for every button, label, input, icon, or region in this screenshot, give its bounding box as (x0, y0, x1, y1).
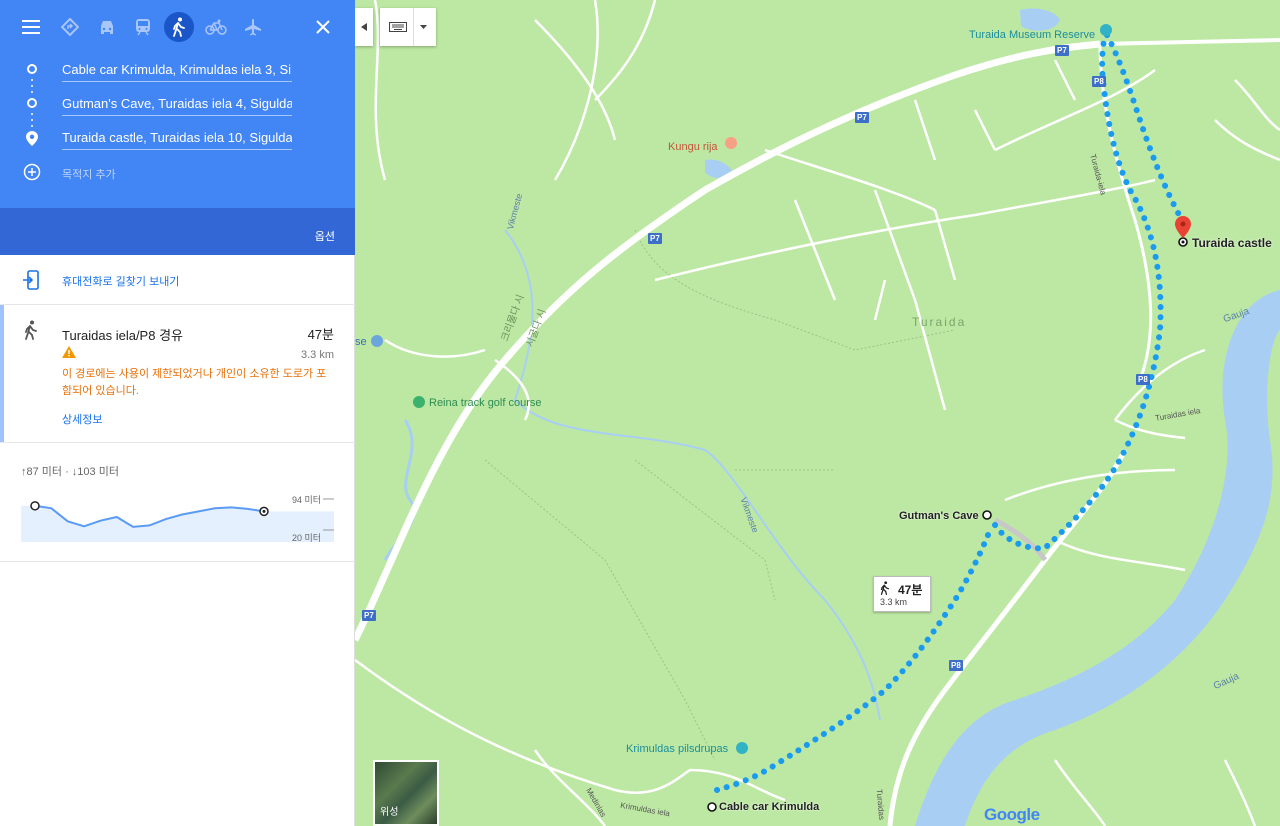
kungu-rija-poi-icon[interactable] (725, 137, 737, 149)
flight-mode-icon[interactable] (238, 12, 268, 42)
museum-poi-icon[interactable] (1100, 24, 1112, 36)
road-shield-p7: P7 (362, 610, 376, 621)
menu-icon[interactable] (16, 12, 46, 42)
car-mode-icon[interactable] (92, 12, 122, 42)
route-duration: 47분 (307, 327, 334, 342)
google-logo: Google (984, 805, 1040, 824)
directions-panel: Cable car Krimulda, Krimuldas iela 3, Si… (0, 0, 355, 826)
callout-duration: 47분 (898, 583, 923, 597)
route-selected-indicator (0, 305, 4, 442)
close-icon[interactable] (308, 12, 338, 42)
museum-label: Turaida Museum Reserve (969, 29, 1096, 41)
satellite-label: 위성 (380, 807, 399, 818)
road-p7 (355, 40, 1101, 642)
satellite-toggle[interactable]: 위성 (373, 760, 439, 826)
route-callout[interactable]: 47분 3.3 km (873, 576, 931, 612)
destination-input[interactable]: Turaida castle, Turaidas iela 10, Siguld… (62, 130, 292, 150)
add-destination-icon[interactable] (23, 163, 41, 181)
options-bar: 옵션 (0, 208, 355, 255)
road-shield-p8: P8 (1136, 374, 1150, 385)
elevation-summary: ↑87 미터 · ↓103 미터 (21, 466, 119, 478)
krimuldas-poi-icon[interactable] (736, 742, 748, 754)
krimuldas-pilsdrupas-label: Krimuldas pilsdrupas (626, 743, 729, 755)
destination-pin-icon (26, 131, 38, 151)
turaida-area-label: Turaida (912, 315, 967, 329)
origin-marker-icon (27, 64, 37, 74)
walking-icon (24, 320, 38, 345)
route-details-link[interactable]: 상세정보 (62, 411, 102, 427)
route-distance: 3.3 km (300, 349, 334, 361)
bicycle-mode-icon[interactable] (201, 12, 231, 42)
gauja-river (915, 290, 1280, 826)
chevron-down-icon (420, 25, 427, 29)
elevation-chart: 94 미터 20 미터 (21, 490, 334, 543)
origin-map-marker[interactable] (707, 802, 717, 812)
map-base (355, 0, 1280, 826)
route-via: Turaidas iela/P8 경유 (62, 328, 183, 343)
send-to-phone-link[interactable]: 휴대전화로 길찾기 보내기 (62, 273, 179, 289)
elevation-profile (21, 498, 334, 542)
walking-mode-icon[interactable] (164, 12, 194, 42)
transit-mode-icon[interactable] (128, 12, 158, 42)
road-shield-p8: P8 (949, 660, 963, 671)
best-route-icon[interactable] (55, 12, 85, 42)
route-warning-text: 이 경로에는 사용이 제한되었거나 개인이 소유한 도로가 포함되어 있습니다. (62, 368, 327, 397)
keyboard-icon (389, 22, 407, 32)
golf-poi-icon[interactable] (413, 396, 425, 408)
road-shield-p7: P7 (1055, 45, 1069, 56)
stop-input[interactable]: Gutman's Cave, Turaidas iela 4, Sigulda, (62, 96, 292, 116)
elevation-start-marker (30, 501, 40, 511)
route-segment-3[interactable] (1104, 32, 1186, 225)
golf-course-label: Reina track golf course (429, 397, 542, 409)
poi-label-se: se (355, 336, 367, 348)
warning-icon (62, 345, 76, 363)
map-canvas[interactable]: Turaida Museum Reserve Kungu rija Turaid… (355, 0, 1280, 826)
elevation-min-label: 20 미터 (292, 533, 322, 543)
input-tools-button[interactable] (380, 8, 436, 46)
collapse-panel-button[interactable] (355, 8, 373, 46)
cable-car-label[interactable]: Cable car Krimulda (719, 801, 819, 813)
stop-marker-icon (27, 98, 37, 108)
stop-map-marker[interactable] (982, 510, 992, 520)
road-shield-p8: P8 (1092, 76, 1106, 87)
gutmans-cave-label[interactable]: Gutman's Cave (899, 510, 979, 522)
road-shield-p7: P7 (648, 233, 662, 244)
directions-header: Cable car Krimulda, Krimuldas iela 3, Si… (0, 0, 355, 208)
road-shield-p7: P7 (855, 112, 869, 123)
options-button[interactable]: 옵션 (315, 228, 335, 244)
poi-icon[interactable] (371, 335, 383, 347)
add-destination-button[interactable]: 목적지 추가 (62, 166, 116, 182)
destination-pin-icon[interactable] (1175, 216, 1191, 238)
turaida-castle-label[interactable]: Turaida castle (1192, 236, 1272, 250)
origin-input[interactable]: Cable car Krimulda, Krimuldas iela 3, Si (62, 62, 292, 82)
kungu-rija-label: Kungu rija (668, 141, 718, 153)
route-card[interactable]: Turaidas iela/P8 경유 47분 3.3 km 이 경로에는 사용… (0, 305, 355, 442)
callout-distance: 3.3 km (880, 597, 908, 607)
send-to-phone-icon[interactable] (22, 270, 40, 295)
elevation-max-label: 94 미터 (292, 495, 322, 505)
